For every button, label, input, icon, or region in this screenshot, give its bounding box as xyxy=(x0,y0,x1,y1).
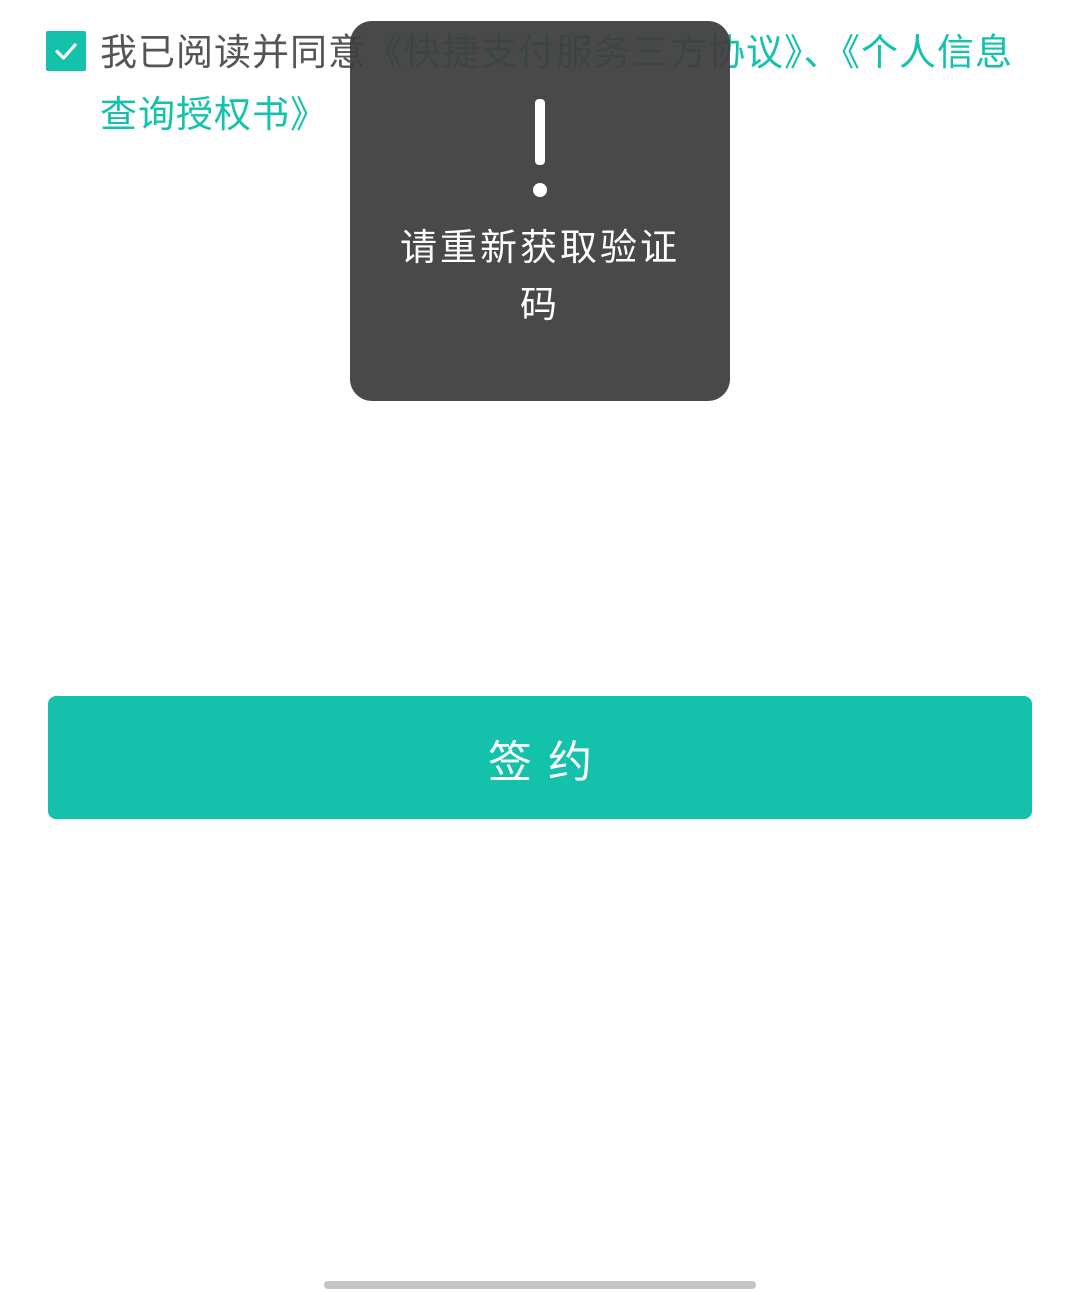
agreement-checkbox[interactable] xyxy=(46,31,86,71)
exclamation-icon xyxy=(533,99,547,197)
home-indicator xyxy=(324,1281,756,1289)
toast-dialog: 请重新获取验证码 xyxy=(350,21,730,401)
agreement-separator: 、 xyxy=(803,31,842,74)
sign-button[interactable]: 签约 xyxy=(48,696,1032,819)
toast-message: 请重新获取验证码 xyxy=(400,226,680,326)
agreement-prefix: 我已阅读并同意 xyxy=(100,31,366,74)
page: 我已阅读并同意《快捷支付服务三方协议》、《个人信息查询授权书》 请重新获取验证码… xyxy=(0,0,1080,1292)
check-icon xyxy=(55,43,77,60)
